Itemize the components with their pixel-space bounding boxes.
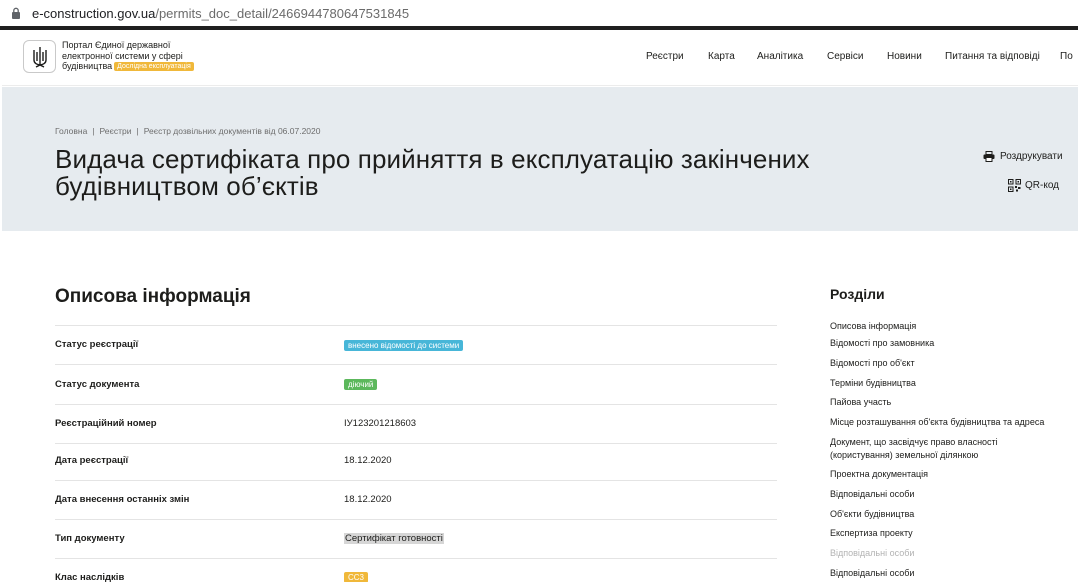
section-link-construction-objects[interactable]: Об'єкти будівництва [830, 508, 1070, 521]
trident-logo-icon[interactable] [23, 40, 56, 73]
nav-services[interactable]: Сервіси [827, 51, 863, 62]
qr-code-label: QR-код [1025, 179, 1059, 191]
breadcrumb: Головна | Реєстри | Реєстр дозвільних докуме… [55, 126, 321, 136]
section-link-responsible-persons-2[interactable]: Відповідальні особи [830, 547, 1070, 560]
table-row: Статус реєстрації внесено відомості до с… [55, 325, 777, 364]
sections-title: Розділи [830, 286, 885, 302]
qr-code-icon [1007, 178, 1021, 192]
printer-icon [982, 149, 996, 163]
page-title-line2: будівництвом об’єктів [55, 171, 319, 201]
portal-name-line1: Портал Єдиної державної [62, 40, 171, 50]
nav-map[interactable]: Карта [708, 51, 735, 62]
qr-code-button[interactable]: QR-код [1007, 178, 1059, 192]
section-link-customer[interactable]: Відомості про замовника [830, 337, 1070, 350]
section-link-land-rights-cont[interactable]: (користування) земельної ділянкою [830, 449, 1070, 462]
table-row: Дата внесення останніх змін 18.12.2020 [55, 480, 777, 519]
registration-date: 18.12.2020 [344, 455, 392, 466]
row-label: Тип документу [55, 533, 125, 544]
portal-name[interactable]: Портал Єдиної державної електронної сист… [62, 40, 252, 72]
nav-faq[interactable]: Питання та відповіді [945, 51, 1040, 62]
section-link-object[interactable]: Відомості про об'єкт [830, 357, 1070, 370]
section-link-project-docs[interactable]: Проектна документація [830, 468, 1070, 481]
nav-analytics[interactable]: Аналітика [757, 51, 803, 62]
nav-more[interactable]: По [1060, 51, 1073, 62]
registration-status-badge: внесено відомості до системи [344, 340, 464, 351]
row-label: Статус документа [55, 379, 140, 390]
portal-name-line2: електронної системи у сфері [62, 50, 183, 61]
section-link-description[interactable]: Описова інформація [830, 320, 1070, 333]
print-button[interactable]: Роздрукувати [982, 149, 1063, 163]
info-table: Статус реєстрації внесено відомості до с… [55, 325, 777, 582]
url-path: /permits_doc_detail/2466944780647531845 [155, 5, 410, 21]
section-link-responsible-persons[interactable]: Відповідальні особи [830, 488, 1070, 501]
row-label: Дата внесення останніх змін [55, 494, 190, 505]
nav-registries[interactable]: Реєстри [646, 51, 684, 62]
site-header: Портал Єдиної державної електронної сист… [2, 30, 1078, 86]
row-label: Клас наслідків [55, 572, 125, 582]
section-link-project-expertise[interactable]: Експертиза проекту [830, 527, 1070, 540]
print-label: Роздрукувати [1000, 150, 1063, 162]
breadcrumb-current[interactable]: Реєстр дозвільних документів від 06.07.2… [144, 126, 321, 136]
breadcrumb-separator: | [92, 126, 95, 136]
page-title-line1: Видача сертифіката про прийняття в експл… [55, 144, 810, 174]
section-link-location[interactable]: Місце розташування об'єкта будівництва т… [830, 416, 1070, 429]
section-link-responsible-persons-3[interactable]: Відповідальні особи [830, 567, 1070, 580]
breadcrumb-home[interactable]: Головна [55, 126, 87, 136]
document-status-badge: діючий [344, 379, 378, 390]
document-type: Сертифікат готовності [344, 533, 444, 544]
consequence-class-badge: СС3 [344, 572, 369, 582]
section-link-land-rights[interactable]: Документ, що засвідчує право власності [830, 436, 1070, 449]
table-row: Статус документа діючий [55, 364, 777, 404]
breadcrumb-separator: | [136, 126, 139, 136]
page-hero: Головна | Реєстри | Реєстр дозвільних докуме… [2, 87, 1078, 231]
table-row: Клас наслідків СС3 [55, 558, 777, 582]
registration-number: ІУ123201218603 [344, 418, 417, 429]
url-host: e-construction.gov.ua [32, 5, 156, 21]
table-row: Дата реєстрації 18.12.2020 [55, 443, 777, 480]
page-title: Видача сертифіката про прийняття в експл… [55, 146, 985, 200]
portal-name-line3: будівництва [62, 61, 113, 71]
section-link-shared-participation[interactable]: Пайова участь [830, 396, 1070, 409]
row-label: Реєстраційний номер [55, 418, 157, 429]
row-label: Статус реєстрації [55, 339, 139, 350]
table-row: Тип документу Сертифікат готовності [55, 519, 777, 558]
last-modified-date: 18.12.2020 [344, 494, 392, 505]
address-bar[interactable]: e-construction.gov.ua/permits_doc_detail… [0, 0, 1078, 26]
table-row: Реєстраційний номер ІУ123201218603 [55, 404, 777, 443]
lock-icon[interactable] [8, 7, 24, 19]
section-link-terms[interactable]: Терміни будівництва [830, 377, 1070, 390]
trial-badge: Дослідна експлуатація [114, 62, 194, 71]
nav-news[interactable]: Новини [887, 51, 922, 62]
section-title: Описова інформація [55, 286, 251, 307]
breadcrumb-registries[interactable]: Реєстри [100, 126, 132, 136]
row-label: Дата реєстрації [55, 455, 129, 466]
